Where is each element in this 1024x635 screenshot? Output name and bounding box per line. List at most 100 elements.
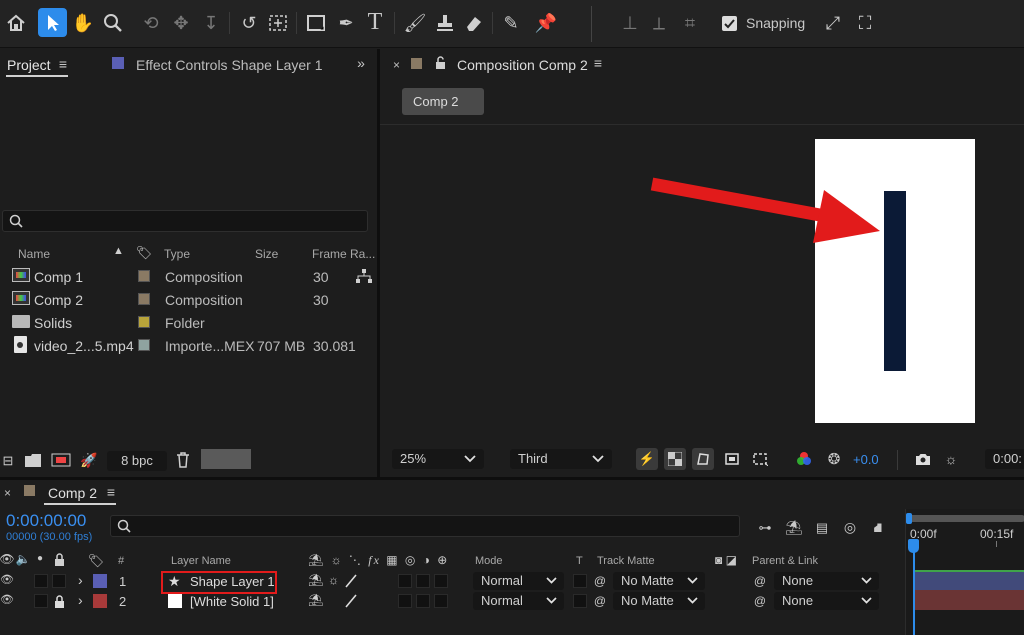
playhead-handle[interactable] — [908, 539, 919, 553]
transparency-grid-button[interactable] — [664, 448, 686, 470]
parent-pick-whip-icon[interactable]: @ — [752, 593, 768, 609]
adjustment-switch[interactable] — [416, 594, 430, 608]
layer-label-color[interactable] — [93, 594, 107, 608]
parent-dropdown[interactable]: None — [774, 572, 879, 590]
expand-arrow-icon[interactable]: › — [78, 572, 83, 588]
track-matte-dropdown[interactable]: No Matte — [613, 592, 705, 610]
view-axis-mode-icon[interactable]: ⌗ — [677, 10, 703, 36]
lock-icon[interactable] — [52, 594, 66, 608]
motion-blur-icon[interactable]: ◎ — [841, 518, 859, 536]
quality-switch[interactable] — [343, 593, 359, 609]
bit-depth-button[interactable]: 8 bpc — [107, 451, 167, 471]
resolution-dropdown[interactable]: Third — [510, 449, 612, 469]
new-folder-icon[interactable] — [24, 452, 42, 468]
time-graph[interactable]: 0:00f 00:15f — [905, 509, 1024, 635]
lock-icon[interactable] — [52, 552, 66, 566]
column-size[interactable]: Size — [255, 247, 278, 261]
brush-tool-icon[interactable]: 🖌 — [402, 10, 428, 36]
layer-row[interactable]: 👁 › 1 ★ Shape Layer 1 ⛱ ☼ Normal @ No Ma… — [0, 571, 905, 594]
3d-switch[interactable] — [434, 574, 448, 588]
grid-guides-icon[interactable] — [751, 450, 769, 468]
rectangle-tool-icon[interactable] — [303, 10, 329, 36]
timeline-tab[interactable]: Comp 2 — [48, 485, 97, 501]
type-tool-icon[interactable]: T — [362, 8, 388, 36]
effect-switch[interactable] — [398, 574, 412, 588]
column-frame-rate[interactable]: Frame Ra... — [312, 247, 375, 261]
effect-switch[interactable] — [398, 594, 412, 608]
close-icon[interactable]: × — [4, 486, 11, 500]
fast-previews-button[interactable]: ⚡ — [636, 448, 658, 470]
snapping-checkbox[interactable] — [722, 16, 737, 31]
region-of-interest-icon[interactable] — [723, 450, 741, 468]
project-item-row[interactable]: Comp 2 Composition 30 — [0, 288, 360, 310]
work-area-bar[interactable] — [909, 515, 1024, 522]
expand-arrow-icon[interactable]: › — [78, 592, 83, 608]
eye-icon[interactable]: 👁 — [0, 573, 14, 587]
hand-tool-icon[interactable]: ✋ — [70, 10, 96, 36]
eye-icon[interactable]: 👁 — [0, 593, 14, 607]
timeline-search-field[interactable] — [110, 515, 740, 537]
blend-mode-dropdown[interactable]: Normal — [473, 572, 564, 590]
project-item-row[interactable]: Solids Folder — [0, 311, 360, 333]
graph-editor-icon[interactable]: ⛘ — [869, 518, 887, 536]
parent-dropdown[interactable]: None — [774, 592, 879, 610]
zoom-dropdown[interactable]: 25% — [392, 449, 484, 469]
draft-3d-icon[interactable]: ⛱ — [785, 518, 803, 536]
column-layer-name[interactable]: Layer Name — [171, 555, 231, 567]
column-track-matte[interactable]: Track Matte — [597, 555, 655, 567]
puppet-pin-tool-icon[interactable]: 📌 — [533, 10, 559, 36]
snap-features-icon[interactable]: ⛶ — [852, 10, 878, 36]
frame-blending-icon[interactable]: ▤ — [813, 518, 831, 536]
pan-camera-icon[interactable]: ✥ — [168, 10, 194, 36]
dolly-camera-icon[interactable]: ↧ — [198, 10, 224, 36]
quality-switch[interactable] — [343, 573, 359, 589]
column-mode[interactable]: Mode — [475, 555, 503, 567]
exposure-value[interactable]: +0.0 — [853, 452, 879, 467]
panel-menu-icon[interactable]: ≡ — [104, 485, 118, 499]
video-visibility-icon[interactable]: 👁 — [0, 552, 15, 566]
preserve-transparency-toggle[interactable] — [573, 594, 587, 608]
current-time-display[interactable]: 0:00: — [985, 449, 1024, 469]
project-search-field[interactable] — [2, 210, 368, 232]
project-item-row[interactable]: video_2...5.mp4 Importe...MEX 707 MB 30.… — [0, 334, 360, 356]
blend-mode-dropdown[interactable]: Normal — [473, 592, 564, 610]
comp-viewer-tab[interactable]: Comp 2 — [402, 88, 484, 115]
parent-pick-whip-icon[interactable]: @ — [752, 573, 768, 589]
layer-name[interactable]: Shape Layer 1 — [190, 574, 275, 589]
current-timecode[interactable]: 0:00:00:00 — [6, 511, 86, 531]
track-matte-dropdown[interactable]: No Matte — [613, 572, 705, 590]
layer-label-color[interactable] — [93, 574, 107, 588]
world-axis-mode-icon[interactable]: ⟂ — [646, 10, 672, 36]
zoom-tool-icon[interactable] — [100, 10, 126, 36]
selection-tool-button[interactable] — [38, 8, 67, 37]
3d-switch[interactable] — [434, 594, 448, 608]
pick-whip-icon[interactable]: @ — [592, 593, 608, 609]
audio-toggle[interactable] — [34, 574, 48, 588]
layer-bar-row-1[interactable] — [914, 570, 1024, 590]
audio-toggle[interactable] — [34, 594, 48, 608]
orbit-camera-icon[interactable]: ⟲ — [138, 10, 164, 36]
panel-overflow-icon[interactable]: » — [352, 55, 370, 71]
shy-switch-icon[interactable]: ⛱ — [308, 593, 323, 607]
pan-behind-tool-icon[interactable] — [265, 10, 291, 36]
close-icon[interactable]: × — [393, 58, 400, 72]
rotation-tool-icon[interactable]: ↺ — [236, 10, 262, 36]
home-icon[interactable] — [4, 10, 28, 36]
layer-row[interactable]: 👁 › 2 [White Solid 1] ⛱ Normal @ No Matt… — [0, 591, 905, 611]
render-rocket-icon[interactable]: 🚀 — [80, 452, 98, 468]
panel-menu-icon[interactable]: ≡ — [56, 57, 70, 71]
panel-menu-icon[interactable]: ≡ — [591, 56, 605, 70]
shy-switch-icon[interactable]: ⛱ — [308, 573, 323, 587]
color-channels-icon[interactable] — [795, 450, 813, 468]
lock-toggle[interactable] — [52, 574, 66, 588]
work-area-start-handle[interactable] — [906, 513, 912, 524]
local-axis-mode-icon[interactable]: ⊥ — [617, 10, 643, 36]
composition-mini-flowchart-icon[interactable]: ⊶ — [756, 518, 774, 536]
collapse-switch-icon[interactable]: ☼ — [328, 573, 339, 587]
pick-whip-icon[interactable]: @ — [592, 573, 608, 589]
snap-edges-icon[interactable]: ⤢ — [820, 10, 846, 36]
new-composition-icon[interactable] — [50, 452, 72, 468]
project-item-row[interactable]: Comp 1 Composition 30 — [0, 265, 372, 287]
solo-icon[interactable]: ● — [34, 552, 46, 566]
reset-exposure-icon[interactable]: ❂ — [825, 450, 843, 468]
